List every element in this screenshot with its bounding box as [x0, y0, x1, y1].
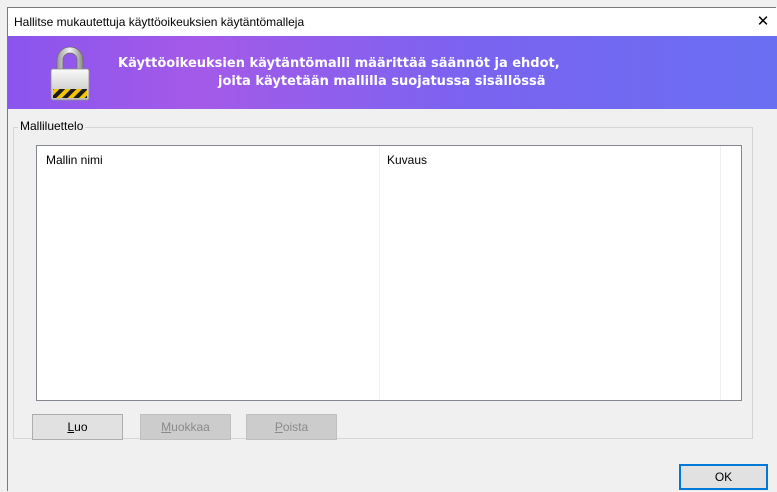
edit-mnemonic: M: [161, 420, 172, 434]
title-bar: Hallitse mukautettuja käyttöoikeuksien k…: [8, 8, 777, 36]
column-header-name[interactable]: Mallin nimi: [46, 153, 103, 167]
ok-button[interactable]: OK: [679, 464, 768, 490]
delete-label: oista: [282, 420, 309, 434]
column-separator: [720, 146, 721, 400]
lock-icon: [50, 46, 90, 101]
delete-mnemonic: P: [274, 420, 283, 434]
edit-button[interactable]: Muokkaa: [140, 414, 231, 440]
group-label: Malliluettelo: [18, 119, 86, 133]
delete-button[interactable]: Poista: [246, 414, 337, 440]
banner-text-line1: Käyttöoikeuksien käytäntömalli määrittää…: [118, 56, 560, 71]
window-title: Hallitse mukautettuja käyttöoikeuksien k…: [14, 15, 305, 29]
column-separator: [379, 146, 380, 400]
create-label: uo: [74, 420, 88, 434]
create-button[interactable]: Luo: [32, 414, 123, 440]
template-list[interactable]: Mallin nimi Kuvaus: [36, 145, 742, 401]
column-header-description[interactable]: Kuvaus: [387, 153, 427, 167]
close-icon[interactable]: ✕: [749, 8, 777, 36]
header-banner: Käyttöoikeuksien käytäntömalli määrittää…: [8, 36, 777, 109]
banner-text-line2: joita käytetään mallilla suojatussa sisä…: [218, 74, 546, 89]
edit-label: uokkaa: [171, 420, 210, 434]
